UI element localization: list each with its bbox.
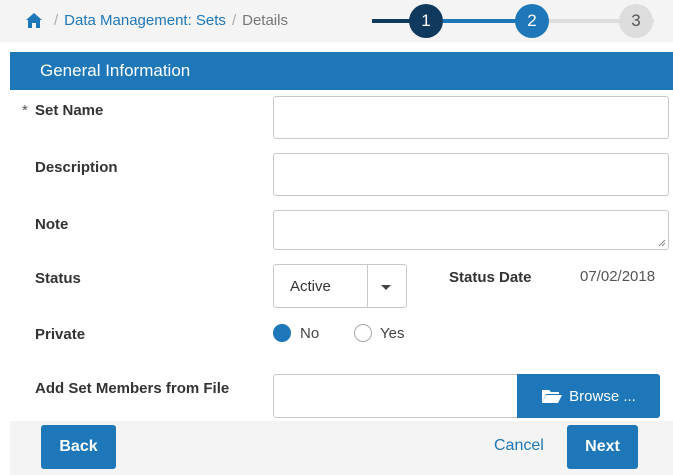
note-label: Note (35, 216, 69, 233)
set-name-label: Set Name (35, 102, 104, 119)
next-button[interactable]: Next (567, 425, 638, 469)
status-label: Status (35, 270, 81, 287)
file-path-input[interactable] (273, 374, 517, 418)
breadcrumb-link-data-management-sets[interactable]: Data Management: Sets (64, 12, 226, 29)
status-select-value: Active (290, 278, 331, 295)
browse-button-label: Browse ... (569, 387, 636, 405)
back-button[interactable]: Back (41, 425, 116, 469)
set-name-input[interactable] (273, 96, 669, 139)
status-date-label: Status Date (449, 269, 532, 286)
step-1[interactable]: 1 (409, 4, 443, 38)
note-textarea[interactable] (273, 210, 669, 250)
browse-button[interactable]: Browse ... (517, 374, 660, 418)
private-radio-no-label[interactable]: No (300, 325, 319, 342)
private-radio-no[interactable] (273, 324, 291, 342)
add-members-label: Add Set Members from File (35, 380, 230, 397)
home-icon[interactable] (26, 13, 42, 28)
status-date-value: 07/02/2018 (580, 268, 656, 285)
folder-open-icon (542, 390, 563, 403)
description-input[interactable] (273, 153, 669, 196)
private-radio-yes-label[interactable]: Yes (380, 325, 404, 342)
description-label: Description (35, 159, 118, 176)
resize-grip-icon[interactable] (658, 239, 666, 247)
section-header: General Information (10, 52, 673, 90)
status-select[interactable]: Active (273, 264, 407, 308)
cancel-button[interactable]: Cancel (494, 437, 544, 455)
breadcrumb: / Data Management: Sets / Details (26, 12, 288, 29)
step-2[interactable]: 2 (515, 4, 549, 38)
select-divider (367, 265, 368, 307)
required-marker: * (22, 102, 28, 119)
breadcrumb-separator: / (54, 12, 59, 29)
breadcrumb-separator: / (231, 12, 237, 29)
chevron-down-icon[interactable] (381, 285, 391, 290)
step-3[interactable]: 3 (619, 4, 653, 38)
breadcrumb-current: Details (242, 12, 288, 29)
private-radio-yes[interactable] (354, 324, 372, 342)
private-label: Private (35, 326, 86, 343)
